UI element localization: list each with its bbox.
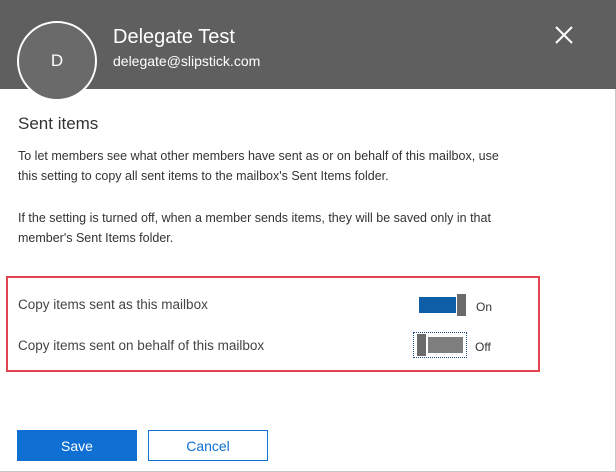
delegate-settings-panel: Delegate Test delegate@slipstick.com D S… [0, 0, 616, 472]
toggle-track [419, 297, 456, 313]
cancel-button[interactable]: Cancel [148, 430, 268, 461]
section-title: Sent items [18, 114, 99, 133]
toggle-track [428, 337, 463, 353]
send-as-toggle[interactable] [417, 294, 467, 316]
setting-label-send-on-behalf: Copy items sent on behalf of this mailbo… [18, 338, 265, 353]
send-on-behalf-state: Off [475, 340, 491, 354]
avatar-initial: D [50, 51, 64, 70]
avatar: D [17, 21, 97, 101]
section-note: If the setting is turned off, when a mem… [18, 211, 491, 245]
section-description: To let members see what other members ha… [18, 149, 499, 183]
save-button[interactable]: Save [17, 430, 137, 461]
send-on-behalf-toggle[interactable] [413, 332, 467, 358]
display-name: Delegate Test [113, 26, 235, 48]
close-button[interactable] [552, 23, 576, 47]
setting-label-send-as: Copy items sent as this mailbox [18, 297, 208, 312]
toggle-thumb[interactable] [417, 334, 426, 356]
settings-highlight-box [6, 276, 540, 372]
close-icon [555, 26, 573, 44]
send-as-state: On [476, 300, 493, 314]
toggle-thumb[interactable] [457, 294, 466, 316]
email-address: delegate@slipstick.com [113, 53, 261, 69]
